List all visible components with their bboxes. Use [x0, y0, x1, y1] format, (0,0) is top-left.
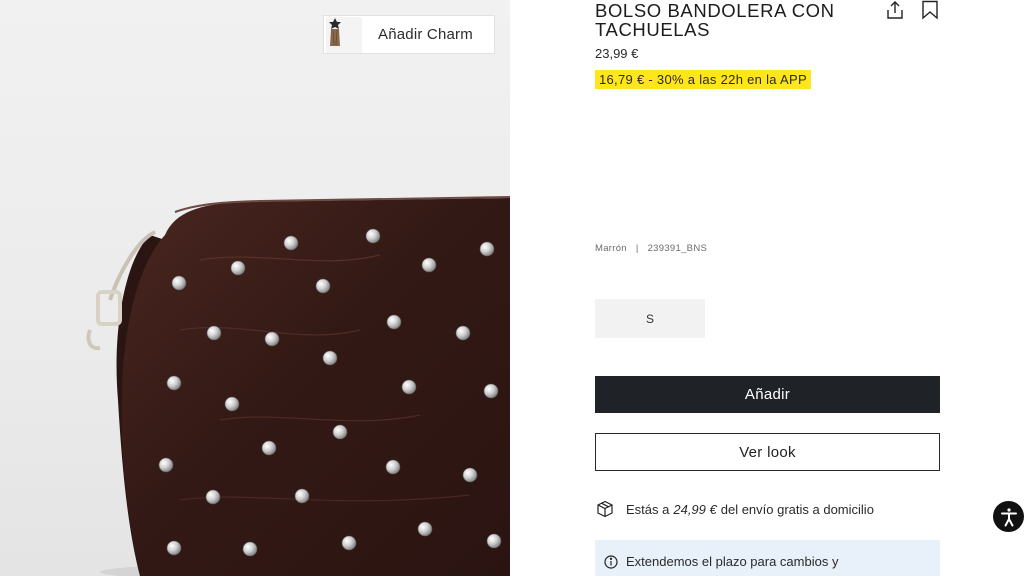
returns-notice-text: Extendemos el plazo para cambios y [626, 554, 839, 569]
free-shipping-message: Estás a 24,99 € del envío gratis a domic… [595, 500, 940, 518]
info-icon [604, 555, 618, 569]
product-color: Marrón [595, 243, 627, 254]
returns-notice: Extendemos el plazo para cambios y [595, 540, 940, 576]
shipping-suffix: del envío gratis a domicilio [720, 501, 874, 517]
shipping-prefix: Estás a [626, 501, 670, 517]
product-reference: 239391_BNS [647, 243, 708, 254]
size-option-s[interactable]: S [595, 299, 705, 338]
view-look-button[interactable]: Ver look [595, 433, 940, 471]
bookmark-icon[interactable] [920, 0, 940, 20]
add-charm-button[interactable]: Añadir Charm [323, 15, 495, 54]
product-details: BOLSO BANDOLERA CON TACHUELAS 23,99 € 16… [595, 0, 940, 576]
accessibility-icon[interactable] [993, 501, 1024, 532]
package-icon [596, 500, 614, 518]
app-promo-badge: 16,79 € - 30% a las 22h en la APP [595, 70, 811, 89]
add-to-cart-button[interactable]: Añadir [595, 376, 940, 413]
meta-separator: | [635, 243, 639, 254]
product-image: Añadir Charm [0, 0, 510, 576]
add-charm-label: Añadir Charm [378, 26, 473, 43]
share-icon[interactable] [885, 0, 905, 20]
product-title: BOLSO BANDOLERA CON TACHUELAS [595, 0, 835, 40]
charm-thumbnail-icon [326, 16, 362, 53]
product-meta: Marrón | 239391_BNS [595, 243, 707, 254]
product-price: 23,99 € [595, 46, 639, 61]
shipping-amount: 24,99 € [673, 501, 717, 517]
studded-bag-illustration [86, 196, 510, 576]
